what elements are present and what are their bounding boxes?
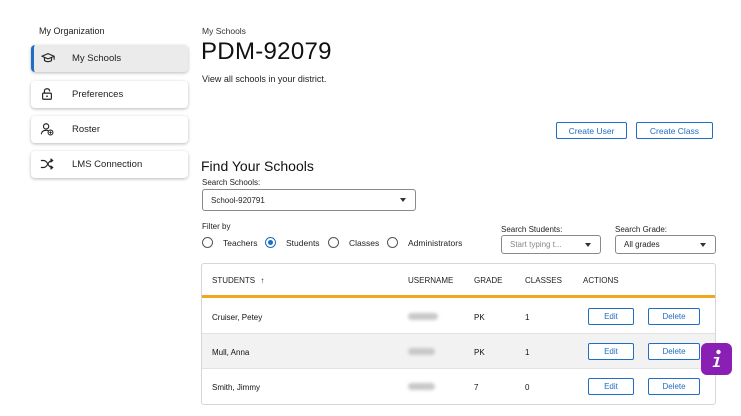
- chevron-down-icon: [700, 243, 706, 247]
- sort-arrow-icon: ↑: [260, 276, 265, 285]
- table-row: Mull, Anna PK 1 Edit Delete: [202, 334, 715, 369]
- table-row: Cruiser, Petey PK 1 Edit Delete: [202, 299, 715, 334]
- student-grade: PK: [474, 348, 485, 357]
- column-header-classes: CLASSES: [525, 276, 562, 285]
- username-redacted: [408, 313, 438, 320]
- delete-button[interactable]: Delete: [648, 378, 700, 395]
- student-classes: 0: [525, 383, 530, 392]
- sidebar-item-label: Roster: [72, 124, 100, 135]
- sidebar-item-my-schools[interactable]: My Schools: [31, 45, 188, 72]
- column-header-students[interactable]: STUDENTS ↑: [212, 276, 264, 285]
- breadcrumb: My Schools: [202, 26, 246, 36]
- username-redacted: [408, 383, 435, 390]
- radio-label: Administrators: [408, 237, 463, 248]
- page-subtitle: View all schools in your district.: [202, 74, 327, 84]
- chevron-down-icon: [585, 243, 591, 247]
- radio-circle: [202, 237, 213, 248]
- filter-radio-administrators[interactable]: Administrators: [387, 237, 462, 248]
- table-header: STUDENTS ↑ USERNAME GRADE CLASSES ACTION…: [202, 264, 715, 298]
- filter-label: Filter by: [202, 222, 231, 231]
- column-header-label: STUDENTS: [212, 276, 256, 285]
- radio-label: Students: [286, 237, 320, 248]
- student-name: Smith, Jimmy: [212, 383, 260, 392]
- search-students-input[interactable]: Start typing t...: [501, 235, 601, 254]
- delete-button[interactable]: Delete: [648, 308, 700, 325]
- search-schools-value: School-920791: [211, 195, 265, 205]
- column-header-grade: GRADE: [474, 276, 503, 285]
- radio-circle: [387, 237, 398, 248]
- students-table: STUDENTS ↑ USERNAME GRADE CLASSES ACTION…: [201, 263, 716, 405]
- filter-radio-classes[interactable]: Classes: [328, 237, 379, 248]
- search-students-placeholder: Start typing t...: [510, 240, 562, 249]
- sidebar-item-label: Preferences: [72, 89, 124, 100]
- column-header-actions: ACTIONS: [583, 276, 619, 285]
- user-plus-icon: [40, 123, 54, 136]
- student-classes: 1: [525, 313, 530, 322]
- search-grade-label: Search Grade:: [615, 225, 668, 234]
- find-schools-title: Find Your Schools: [201, 158, 314, 174]
- filter-radio-teachers[interactable]: Teachers: [202, 237, 258, 248]
- search-schools-label: Search Schools:: [202, 178, 261, 187]
- delete-button[interactable]: Delete: [648, 343, 700, 360]
- student-grade: PK: [474, 313, 485, 322]
- column-header-username: USERNAME: [408, 276, 454, 285]
- edit-button[interactable]: Edit: [588, 343, 634, 360]
- radio-label: Classes: [349, 237, 380, 248]
- sidebar-item-preferences[interactable]: Preferences: [31, 81, 188, 108]
- student-name: Cruiser, Petey: [212, 313, 263, 322]
- shuffle-icon: [40, 158, 54, 170]
- filter-radio-students[interactable]: Students: [265, 237, 320, 248]
- radio-circle: [265, 237, 276, 248]
- student-grade: 7: [474, 383, 479, 392]
- edit-button[interactable]: Edit: [588, 308, 634, 325]
- create-class-button[interactable]: Create Class: [636, 122, 713, 139]
- student-classes: 1: [525, 348, 530, 357]
- search-students-label: Search Students:: [501, 225, 563, 234]
- sidebar-item-label: My Schools: [72, 53, 122, 64]
- radio-circle: [328, 237, 339, 248]
- sidebar-item-lms-connection[interactable]: LMS Connection: [31, 151, 188, 178]
- username-redacted: [408, 348, 435, 355]
- search-schools-select[interactable]: School-920791: [202, 189, 416, 211]
- chevron-down-icon: [400, 198, 406, 202]
- graduation-cap-icon: [41, 53, 55, 63]
- page-title: PDM-92079: [201, 38, 332, 65]
- sidebar-item-label: LMS Connection: [72, 159, 143, 170]
- search-grade-value: All grades: [624, 240, 660, 249]
- lock-icon: [42, 88, 52, 100]
- sidebar-heading: My Organization: [39, 26, 105, 36]
- table-row: Smith, Jimmy 7 0 Edit Delete: [202, 369, 715, 404]
- sidebar-item-roster[interactable]: Roster: [31, 116, 188, 143]
- student-name: Mull, Anna: [212, 348, 250, 357]
- create-user-button[interactable]: Create User: [556, 122, 627, 139]
- radio-label: Teachers: [223, 237, 258, 248]
- edit-button[interactable]: Edit: [588, 378, 634, 395]
- info-button[interactable]: [701, 343, 732, 375]
- search-grade-select[interactable]: All grades: [615, 235, 716, 254]
- info-icon: [712, 349, 721, 367]
